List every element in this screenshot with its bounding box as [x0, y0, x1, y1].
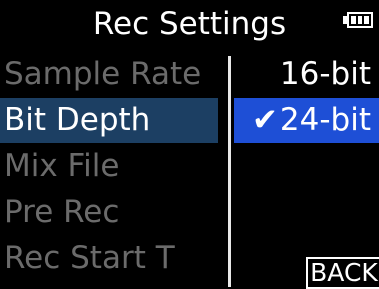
battery-cell — [351, 16, 356, 24]
menu-item-bit-depth[interactable]: Bit Depth — [0, 98, 218, 143]
column-divider — [228, 56, 231, 287]
back-button[interactable]: BACK — [306, 257, 379, 289]
settings-menu: Sample Rate Bit Depth Mix File Pre Rec R… — [0, 52, 218, 287]
battery-icon — [343, 12, 373, 28]
menu-item-mix-file[interactable]: Mix File — [0, 144, 218, 189]
screen-title: Rec Settings — [92, 6, 287, 42]
checkmark-icon: ✔ — [251, 102, 278, 138]
option-24-bit[interactable]: ✔24-bit — [234, 98, 379, 143]
option-16-bit[interactable]: 16-bit — [234, 52, 379, 97]
battery-cell — [364, 16, 370, 24]
battery-cell — [357, 16, 363, 24]
option-label: 24-bit — [279, 102, 371, 138]
header-bar: Rec Settings — [0, 0, 379, 48]
battery-body — [347, 12, 373, 28]
menu-item-rec-start-tone[interactable]: Rec Start T — [0, 236, 218, 281]
bit-depth-options: 16-bit ✔24-bit — [234, 52, 379, 287]
menu-item-pre-rec[interactable]: Pre Rec — [0, 190, 218, 235]
menu-item-sample-rate[interactable]: Sample Rate — [0, 52, 218, 97]
option-label: 16-bit — [279, 56, 371, 92]
